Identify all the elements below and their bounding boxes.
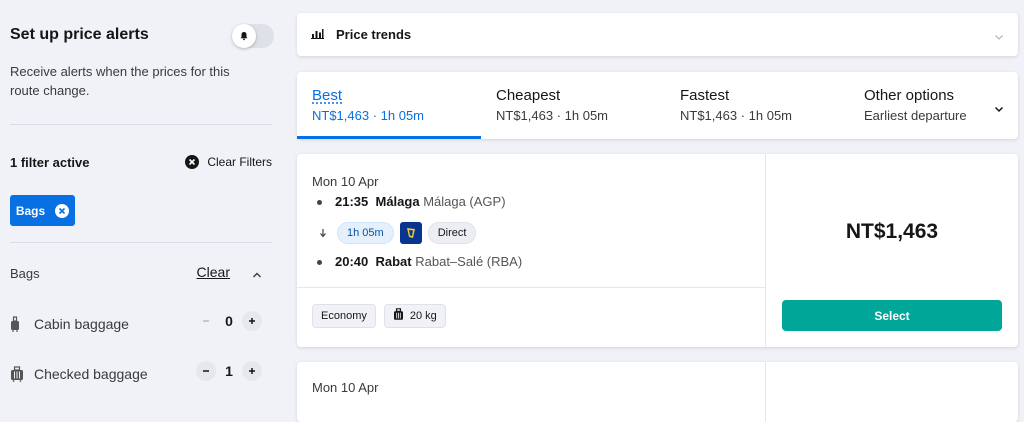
cabin-baggage-row: Cabin baggage 0 (10, 311, 272, 337)
bags-section-header: Bags Clear (10, 264, 272, 284)
price-alerts-toggle[interactable] (232, 24, 274, 48)
flight-result-card[interactable]: Mon 10 Apr (297, 362, 1018, 422)
bags-heading: Bags (10, 266, 40, 281)
arrival-city: Rabat (375, 254, 412, 269)
flight-details-row: 1h 05m Direct (319, 222, 477, 244)
departure-city: Málaga (375, 194, 420, 209)
cabin-class-tag: Economy (312, 304, 376, 328)
departure-dot (317, 200, 322, 205)
cabin-baggage-label: Cabin baggage (34, 316, 129, 332)
tab-fastest[interactable]: Fastest NT$1,463 · 1h 05m (665, 72, 849, 139)
minus-icon[interactable] (196, 311, 216, 331)
bags-clear-button[interactable]: Clear (197, 264, 230, 280)
tab-subtitle: NT$1,463 · 1h 05m (680, 108, 793, 123)
duration-pill: 1h 05m (337, 222, 394, 244)
active-filter-count: 1 filter active (10, 155, 90, 170)
arrival-time: 20:40 (335, 254, 369, 269)
cabin-bag-icon (10, 316, 26, 332)
tab-title: Best (312, 87, 343, 104)
flight-price: NT$1,463 (845, 220, 939, 243)
active-tab-indicator (297, 136, 481, 139)
tab-other-options[interactable]: Other options Earliest departure (849, 72, 1018, 139)
checked-bag-icon (393, 308, 404, 324)
filter-chip-label: Bags (15, 203, 46, 218)
departure-time: 21:35 (335, 194, 369, 209)
ryanair-harp-logo (399, 222, 422, 244)
bell-icon (232, 24, 256, 48)
chevron-down-icon[interactable] (994, 101, 1004, 116)
tab-subtitle: NT$1,463 · 1h 05m (312, 108, 425, 123)
remove-chip-icon[interactable] (55, 203, 70, 218)
close-circle-icon (185, 155, 200, 169)
fare-tags: Economy 20 kg (312, 304, 446, 328)
flight-date: Mon 10 Apr (312, 380, 379, 395)
arrival-line: 20:40 Rabat Rabat–Salé (RBA) (335, 254, 522, 269)
departure-line: 21:35 Málaga Málaga (AGP) (335, 194, 506, 209)
baggage-tag: 20 kg (383, 304, 446, 328)
sort-tabs: Best NT$1,463 · 1h 05m Cheapest NT$1,463… (297, 72, 1018, 139)
flight-result-card[interactable]: Mon 10 Apr 21:35 Málaga Málaga (AGP) 1h … (297, 154, 1018, 347)
tab-title: Fastest (680, 87, 730, 104)
checked-bag-icon (10, 366, 26, 382)
tab-best[interactable]: Best NT$1,463 · 1h 05m (297, 72, 481, 139)
tab-title: Cheapest (496, 87, 561, 104)
divider (765, 154, 766, 347)
checked-baggage-row: Checked baggage 1 (10, 361, 272, 387)
filter-sidebar: Set up price alerts Receive alerts when … (0, 0, 284, 403)
select-button[interactable]: Select (782, 300, 1002, 331)
tab-cheapest[interactable]: Cheapest NT$1,463 · 1h 05m (481, 72, 665, 139)
plus-icon[interactable] (242, 361, 262, 381)
cabin-baggage-stepper: 0 (196, 311, 262, 331)
checked-baggage-count: 1 (225, 363, 233, 379)
price-trends-bar[interactable]: Price trends (297, 13, 1018, 56)
divider (297, 287, 765, 288)
checked-baggage-stepper: 1 (196, 361, 262, 381)
clear-filters-button[interactable]: Clear Filters (185, 155, 272, 169)
arrival-dot (317, 260, 322, 265)
minus-icon[interactable] (196, 361, 216, 381)
departure-airport: Málaga (AGP) (423, 194, 506, 209)
chevron-up-icon[interactable] (252, 267, 262, 282)
clear-filters-label: Clear Filters (207, 155, 272, 169)
flight-date: Mon 10 Apr (312, 174, 379, 189)
divider (10, 124, 272, 125)
stops-pill: Direct (427, 222, 477, 244)
plus-icon[interactable] (242, 311, 262, 331)
bar-chart-icon (311, 27, 324, 42)
price-alerts-description: Receive alerts when the prices for this … (10, 64, 230, 98)
cabin-baggage-count: 0 (225, 313, 233, 329)
divider (10, 242, 272, 243)
arrow-down-icon (319, 226, 327, 241)
divider (765, 362, 766, 422)
active-filters-row: 1 filter active Clear Filters (10, 155, 272, 173)
baggage-weight: 20 kg (409, 310, 437, 322)
chevron-down-icon[interactable] (994, 29, 1004, 44)
filter-chip-bags[interactable]: Bags (10, 195, 75, 226)
tab-subtitle: NT$1,463 · 1h 05m (496, 108, 609, 123)
price-alerts-panel: Set up price alerts Receive alerts when … (10, 24, 274, 98)
price-trends-label: Price trends (336, 27, 412, 42)
arrival-airport: Rabat–Salé (RBA) (415, 254, 523, 269)
checked-baggage-label: Checked baggage (34, 366, 148, 382)
cabin-class-label: Economy (321, 310, 367, 322)
